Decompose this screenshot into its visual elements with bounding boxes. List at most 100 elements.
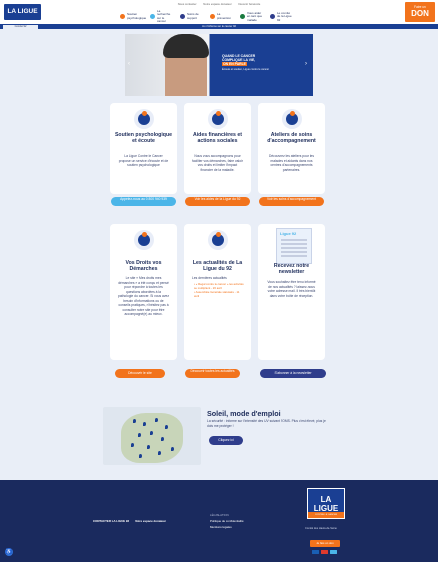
newsletter-thumb-label: Ligue 92: [280, 231, 297, 236]
footer-logo-text: LA LIGUE: [313, 495, 339, 513]
uv-map[interactable]: [103, 407, 201, 465]
hero-highlight: ON EN PARLE: [222, 62, 247, 66]
mastercard-icon: [321, 550, 328, 554]
news-list: « Regal contre le cancer » les activités…: [194, 282, 245, 299]
nav-label: Soins de support: [187, 12, 199, 20]
map-pin-icon: [147, 445, 150, 449]
card-title: Soutien psychologique et écoute: [114, 132, 173, 144]
site-logo[interactable]: LA LIGUE: [4, 4, 41, 20]
top-link-contact[interactable]: Nous contacter: [178, 2, 197, 6]
top-link-donor-space[interactable]: Notre espace donateur: [203, 2, 231, 6]
nav-icon: [180, 14, 185, 20]
footer-links: CONTACTER LA LIGUE 92 Votre espace donat…: [93, 519, 171, 523]
card-title: Recevez notre newsletter: [273, 263, 310, 275]
main-nav: Soutien psychologique La recherche sur l…: [120, 9, 294, 24]
sub-bar: Comité 92 Je m'informe sur le cancer 92: [0, 24, 438, 29]
card-text: Découvrez les ateliers pour les malades …: [268, 154, 315, 172]
nav-icon: [150, 14, 155, 20]
soleil-button[interactable]: Cliquez ici: [209, 436, 243, 445]
site-footer: CONTACTER LA LIGUE 92 Votre espace donat…: [0, 480, 438, 562]
nav-item-committee[interactable]: Le comité de la Ligue 92: [270, 10, 294, 24]
map-landmass: [121, 413, 183, 463]
news-item[interactable]: « Regal contre le cancer » les activités…: [194, 282, 245, 290]
soleil-title: Soleil, mode d'emploi: [207, 409, 281, 418]
footer-logo-strip: CONTRE LE CANCER: [308, 512, 344, 518]
map-pin-icon: [139, 454, 142, 458]
sub-bar-message: Je m'informe sur le cancer 92: [202, 24, 236, 28]
accessibility-icon[interactable]: ♿: [5, 548, 13, 556]
map-pin-icon: [165, 425, 168, 429]
nav-item-research[interactable]: La recherche sur le cancer: [150, 9, 174, 24]
chevron-left-icon[interactable]: ‹: [128, 61, 133, 67]
nav-icon: [210, 14, 215, 20]
map-pin-icon: [155, 418, 158, 422]
card-icon: [330, 550, 337, 554]
nav-label: La prévention: [217, 12, 232, 20]
card-title: Vos Droits vos Démarches: [125, 260, 162, 272]
care-button[interactable]: Voir les soins d'accompagnement: [259, 197, 324, 206]
nav-item-psychological-support[interactable]: Soutien psychologique: [120, 10, 147, 24]
card-text: Vous souhaitez être tenu informé de nos …: [267, 280, 316, 298]
map-pin-icon: [143, 422, 146, 426]
nav-item-support-care[interactable]: Soins de support: [180, 10, 204, 24]
card-title: Les actualités de La Ligue du 92: [192, 260, 243, 272]
hands-icon: [207, 109, 228, 129]
map-pin-icon: [138, 433, 141, 437]
discover-site-button[interactable]: Découvrir le site: [115, 369, 165, 378]
all-news-button[interactable]: Découvrir toutes les actualités: [185, 369, 240, 378]
map-pin-icon: [131, 443, 134, 447]
footer-legal-link[interactable]: Mentions légales: [210, 524, 244, 530]
payment-icons: [312, 550, 337, 554]
map-pin-icon: [161, 437, 164, 441]
hero-text: QUAND LE CANCER COMPLIQUE LA VIE, ON EN …: [222, 54, 292, 72]
nav-icon: [120, 14, 125, 20]
footer-logo[interactable]: LA LIGUE CONTRE LE CANCER: [307, 488, 345, 519]
donate-button[interactable]: Faire un DON: [405, 2, 435, 22]
map-pin-icon: [150, 431, 153, 435]
nav-label: Vous aider en tant que malade: [247, 10, 263, 22]
card-psychological-support: Soutien psychologique et écoute La Ligue…: [110, 103, 177, 194]
document-icon: [133, 230, 154, 250]
footer-donate-button[interactable]: Je fais un don: [310, 540, 340, 547]
card-care-workshops: Ateliers de soins d'accompagnement Décou…: [258, 103, 325, 194]
newsletter-thumbnail: Ligue 92: [276, 228, 312, 264]
map-pin-icon: [158, 451, 161, 455]
card-financial-aid: Aides financières et actions sociales No…: [184, 103, 251, 194]
nav-icon: [240, 14, 245, 20]
hero-banner[interactable]: QUAND LE CANCER COMPLIQUE LA VIE, ON EN …: [125, 34, 313, 96]
card-text: Nous vous accompagnons pour faciliter vo…: [192, 154, 243, 172]
card-text: La Ligue Contre le Cancer propose un ser…: [118, 154, 169, 167]
nav-item-prevention[interactable]: La prévention: [210, 10, 234, 24]
footer-contact-link[interactable]: CONTACTER LA LIGUE 92: [93, 519, 129, 523]
ear-icon: [133, 109, 154, 129]
card-title: Ateliers de soins d'accompagnement: [267, 132, 316, 144]
card-text: Les dernières actualités: [192, 276, 227, 280]
card-newsletter: Ligue 92 Recevez notre newsletter Vous s…: [258, 224, 325, 360]
chevron-right-icon[interactable]: ›: [305, 61, 310, 67]
newsletter-subscribe-button[interactable]: S'abonner à la newsletter: [260, 369, 326, 378]
visa-icon: [312, 550, 319, 554]
card-rights: Vos Droits vos Démarches Le site « Mes d…: [110, 224, 177, 360]
site-header: LA LIGUE Nous contacter Notre espace don…: [0, 0, 438, 24]
heart-hand-icon: [281, 109, 302, 129]
card-news: Les actualités de La Ligue du 92 Les der…: [184, 224, 251, 360]
map-pin-icon: [171, 447, 174, 451]
nav-item-help-patient[interactable]: Vous aider en tant que malade: [240, 10, 264, 24]
footer-legal: LÉGISLATION Politique de confidentialité…: [210, 512, 244, 530]
top-link-volunteer[interactable]: Devenir bénévole: [239, 2, 261, 6]
card-text: Le site « Mes droits mes démarches » a é…: [118, 276, 169, 316]
nav-label: Le comité de la Ligue 92: [277, 10, 292, 22]
soleil-text: La sécurité : informe sur l'intensité de…: [207, 419, 326, 428]
hero-small: Écoute et soutien, Ligue contre le cance…: [222, 68, 270, 71]
top-links: Nous contacter Notre espace donateur Dev…: [0, 2, 438, 6]
card-title: Aides financières et actions sociales: [192, 132, 242, 144]
newspaper-icon: [207, 230, 228, 250]
footer-donor-link[interactable]: Votre espace donateur: [135, 519, 166, 523]
aid-button[interactable]: Voir les aides de la Ligue du 92: [185, 197, 250, 206]
call-button[interactable]: Appelez-nous au 0 800 940 939: [111, 197, 176, 206]
footer-tagline: Comité des Hauts-de-Seine: [305, 527, 337, 530]
nav-icon: [270, 14, 275, 20]
donate-big-label: DON: [411, 9, 429, 18]
nav-label: Soutien psychologique: [127, 12, 147, 20]
news-item[interactable]: Assemblée Générale statutaire - 11 avril: [194, 290, 245, 298]
